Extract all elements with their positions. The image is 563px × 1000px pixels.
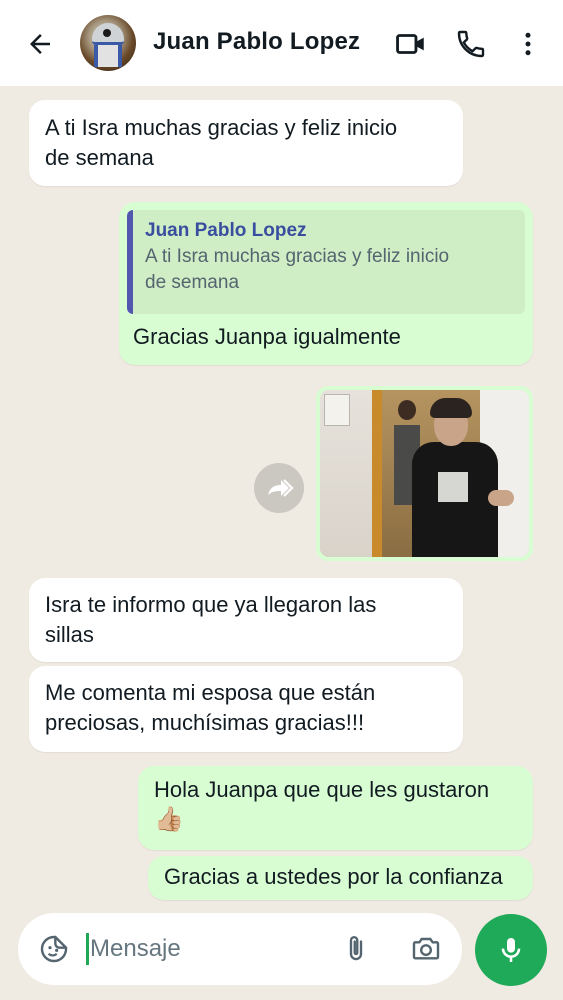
back-button[interactable] bbox=[22, 26, 58, 62]
text-caret bbox=[86, 933, 89, 965]
incoming-message[interactable]: Isra te informo que ya llegaron las sill… bbox=[29, 578, 463, 662]
incoming-message[interactable]: A ti Isra muchas gracias y feliz inicio … bbox=[29, 100, 463, 186]
forward-button[interactable] bbox=[254, 463, 304, 513]
voice-call-button[interactable] bbox=[451, 24, 491, 64]
chat-header: Juan Pablo Lopez bbox=[0, 0, 563, 86]
voice-message-button[interactable] bbox=[475, 914, 547, 986]
video-camera-icon bbox=[396, 34, 424, 54]
outgoing-message[interactable]: Hola Juanpa que que les gustaron 👍🏼 bbox=[138, 766, 533, 850]
message-text: A ti Isra muchas gracias y feliz inicio … bbox=[45, 115, 398, 170]
sticker-icon bbox=[40, 935, 68, 963]
incoming-message[interactable]: Me comenta mi esposa que están preciosas… bbox=[29, 666, 463, 752]
sticker-button[interactable] bbox=[34, 929, 74, 969]
message-composer bbox=[18, 913, 462, 985]
message-text: Gracias Juanpa igualmente bbox=[133, 324, 401, 349]
outgoing-message-reply[interactable]: Juan Pablo Lopez A ti Isra muchas gracia… bbox=[119, 202, 533, 365]
paperclip-icon bbox=[349, 936, 363, 961]
arrow-left-icon bbox=[30, 34, 50, 54]
phone-icon bbox=[457, 30, 485, 58]
microphone-icon bbox=[501, 938, 521, 962]
more-options-button[interactable] bbox=[508, 24, 548, 64]
message-text: Isra te informo que ya llegaron las sill… bbox=[45, 592, 377, 647]
quoted-message[interactable]: Juan Pablo Lopez A ti Isra muchas gracia… bbox=[127, 210, 525, 314]
camera-icon bbox=[412, 937, 440, 960]
message-text: Me comenta mi esposa que están preciosas… bbox=[45, 680, 376, 735]
video-call-button[interactable] bbox=[391, 24, 431, 64]
forward-icon bbox=[268, 479, 294, 497]
message-text: Gracias a ustedes por la confianza bbox=[164, 864, 503, 889]
quoted-text: A ti Isra muchas gracias y feliz inicio … bbox=[145, 246, 450, 293]
contact-name[interactable]: Juan Pablo Lopez bbox=[153, 28, 360, 56]
message-text: Hola Juanpa que que les gustaron bbox=[154, 777, 490, 802]
outgoing-message[interactable]: Gracias a ustedes por la confianza bbox=[148, 856, 533, 900]
camera-button[interactable] bbox=[404, 929, 448, 969]
avatar[interactable] bbox=[80, 15, 136, 71]
more-vertical-icon bbox=[525, 32, 531, 56]
outgoing-image-message[interactable] bbox=[316, 386, 533, 561]
attach-button[interactable] bbox=[336, 929, 376, 969]
thumbs-up-emoji: 👍🏼 bbox=[154, 806, 184, 833]
message-input[interactable] bbox=[90, 933, 320, 965]
shared-photo[interactable] bbox=[320, 390, 529, 557]
quoted-author: Juan Pablo Lopez bbox=[145, 220, 307, 241]
